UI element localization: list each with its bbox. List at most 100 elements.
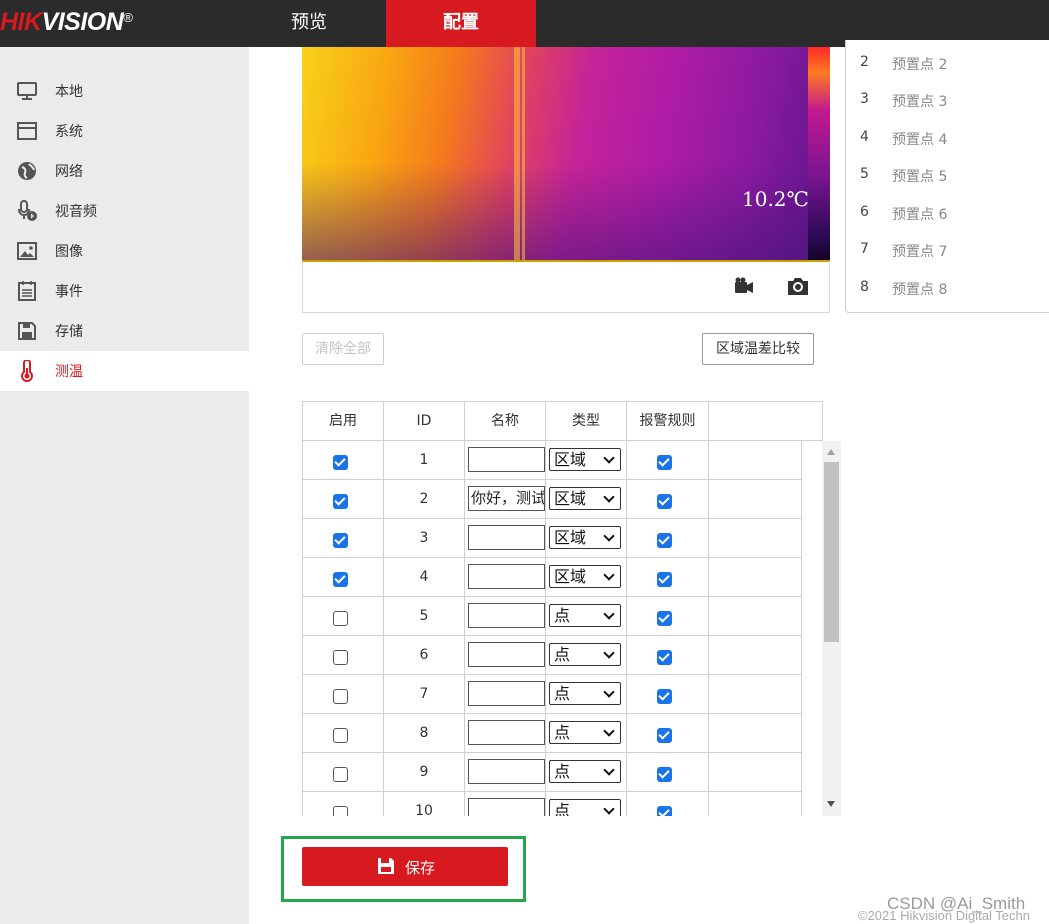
type-cell: 区域: [546, 480, 627, 518]
region-temp-diff-button[interactable]: 区域温差比较: [702, 333, 814, 365]
scroll-down-arrow-icon[interactable]: [827, 801, 835, 807]
name-input[interactable]: [468, 798, 545, 816]
extra-cell: [709, 714, 802, 752]
nav-tab-preview[interactable]: 预览: [258, 0, 360, 47]
enable-checkbox[interactable]: [333, 728, 348, 743]
type-select[interactable]: 点: [549, 760, 621, 783]
sidebar-item-local[interactable]: 本地: [0, 71, 249, 111]
type-select[interactable]: 点: [549, 604, 621, 627]
enable-checkbox[interactable]: [333, 494, 348, 509]
type-select[interactable]: 区域: [549, 526, 621, 549]
name-input[interactable]: [468, 681, 545, 706]
enable-checkbox[interactable]: [333, 572, 348, 587]
enable-cell: [302, 792, 384, 816]
name-cell: [465, 714, 546, 752]
type-select[interactable]: 点: [549, 799, 621, 816]
alarm-cell: [627, 675, 709, 713]
alarm-rule-checkbox[interactable]: [657, 533, 672, 548]
save-button[interactable]: 保存: [302, 847, 508, 886]
type-cell: 点: [546, 636, 627, 674]
name-input[interactable]: [468, 564, 545, 589]
type-select[interactable]: 区域: [549, 487, 621, 510]
enable-checkbox[interactable]: [333, 689, 348, 704]
clear-all-button[interactable]: 清除全部: [302, 333, 384, 365]
scroll-thumb[interactable]: [824, 462, 839, 642]
enable-checkbox[interactable]: [333, 650, 348, 665]
type-cell: 区域: [546, 519, 627, 557]
id-cell: 2: [384, 480, 465, 518]
enable-checkbox[interactable]: [333, 533, 348, 548]
enable-checkbox[interactable]: [333, 611, 348, 626]
name-input[interactable]: 你好，测试: [468, 486, 545, 511]
id-cell: 4: [384, 558, 465, 596]
table-row: 1 区域: [302, 441, 802, 480]
thermal-shading: [302, 47, 830, 260]
enable-checkbox[interactable]: [333, 767, 348, 782]
name-cell: [465, 636, 546, 674]
id-cell: 9: [384, 753, 465, 791]
enable-checkbox[interactable]: [333, 455, 348, 470]
name-input[interactable]: [468, 525, 545, 550]
id-cell: 3: [384, 519, 465, 557]
alarm-cell: [627, 636, 709, 674]
globe-icon: [18, 162, 36, 180]
id-cell: 1: [384, 441, 465, 479]
header-extra: [709, 402, 822, 440]
alarm-cell: [627, 441, 709, 479]
enable-checkbox[interactable]: [333, 806, 348, 816]
nav-tab-config[interactable]: 配置: [386, 0, 536, 47]
window-icon: [17, 122, 37, 140]
header-type: 类型: [546, 402, 627, 440]
table-row: 5点: [302, 597, 802, 636]
name-input[interactable]: [468, 603, 545, 628]
alarm-rule-checkbox[interactable]: [657, 455, 672, 470]
name-input[interactable]: [468, 720, 545, 745]
header-id: ID: [384, 402, 465, 440]
type-select[interactable]: 点: [549, 721, 621, 744]
sidebar-item-thermometry[interactable]: 测温: [0, 351, 249, 391]
alarm-rule-checkbox[interactable]: [657, 767, 672, 782]
scroll-up-arrow-icon[interactable]: [827, 449, 835, 455]
alarm-rule-checkbox[interactable]: [657, 806, 672, 816]
monitor-icon: [17, 82, 37, 100]
thermal-beam: [514, 47, 520, 260]
sidebar-item-network[interactable]: 网络: [0, 151, 249, 191]
alarm-cell: [627, 519, 709, 557]
alarm-rule-checkbox[interactable]: [657, 572, 672, 587]
name-input[interactable]: [468, 447, 545, 472]
alarm-rule-checkbox[interactable]: [657, 650, 672, 665]
camera-icon[interactable]: [786, 275, 810, 297]
id-cell: 5: [384, 597, 465, 635]
sidebar-item-event[interactable]: 事件: [0, 271, 249, 311]
sidebar-item-label: 网络: [55, 164, 83, 180]
enable-cell: [302, 753, 384, 791]
name-input[interactable]: [468, 642, 545, 667]
name-cell: 你好，测试: [465, 480, 546, 518]
type-select[interactable]: 区域: [549, 565, 621, 588]
table-scrollbar[interactable]: [822, 441, 841, 816]
extra-cell: [709, 792, 802, 816]
type-select[interactable]: 区域: [549, 448, 621, 471]
sidebar-item-storage[interactable]: 存储: [0, 311, 249, 351]
video-record-icon[interactable]: [731, 275, 755, 297]
type-select[interactable]: 点: [549, 682, 621, 705]
alarm-rule-checkbox[interactable]: [657, 728, 672, 743]
sidebar-item-label: 测温: [55, 364, 83, 380]
thermal-preview[interactable]: 10.2℃: [302, 47, 830, 260]
type-cell: 区域: [546, 558, 627, 596]
alarm-rule-checkbox[interactable]: [657, 689, 672, 704]
type-cell: 区域: [546, 441, 627, 479]
alarm-rule-checkbox[interactable]: [657, 494, 672, 509]
type-select[interactable]: 点: [549, 643, 621, 666]
alarm-cell: [627, 597, 709, 635]
table-body: 1 区域 2 你好，测试 区域 3 区域 4 区域 5 点 6 点 7 点 8 点 9 点 10 点: [302, 441, 842, 816]
name-input[interactable]: [468, 759, 545, 784]
id-cell: 7: [384, 675, 465, 713]
table-header: 启用 ID 名称 类型 报警规则: [302, 401, 823, 441]
sidebar-item-image[interactable]: 图像: [0, 231, 249, 271]
sidebar-item-label: 系统: [55, 124, 83, 140]
sidebar-item-audio-video[interactable]: 视音频: [0, 191, 249, 231]
image-icon: [17, 242, 37, 260]
alarm-rule-checkbox[interactable]: [657, 611, 672, 626]
sidebar-item-system[interactable]: 系统: [0, 111, 249, 151]
